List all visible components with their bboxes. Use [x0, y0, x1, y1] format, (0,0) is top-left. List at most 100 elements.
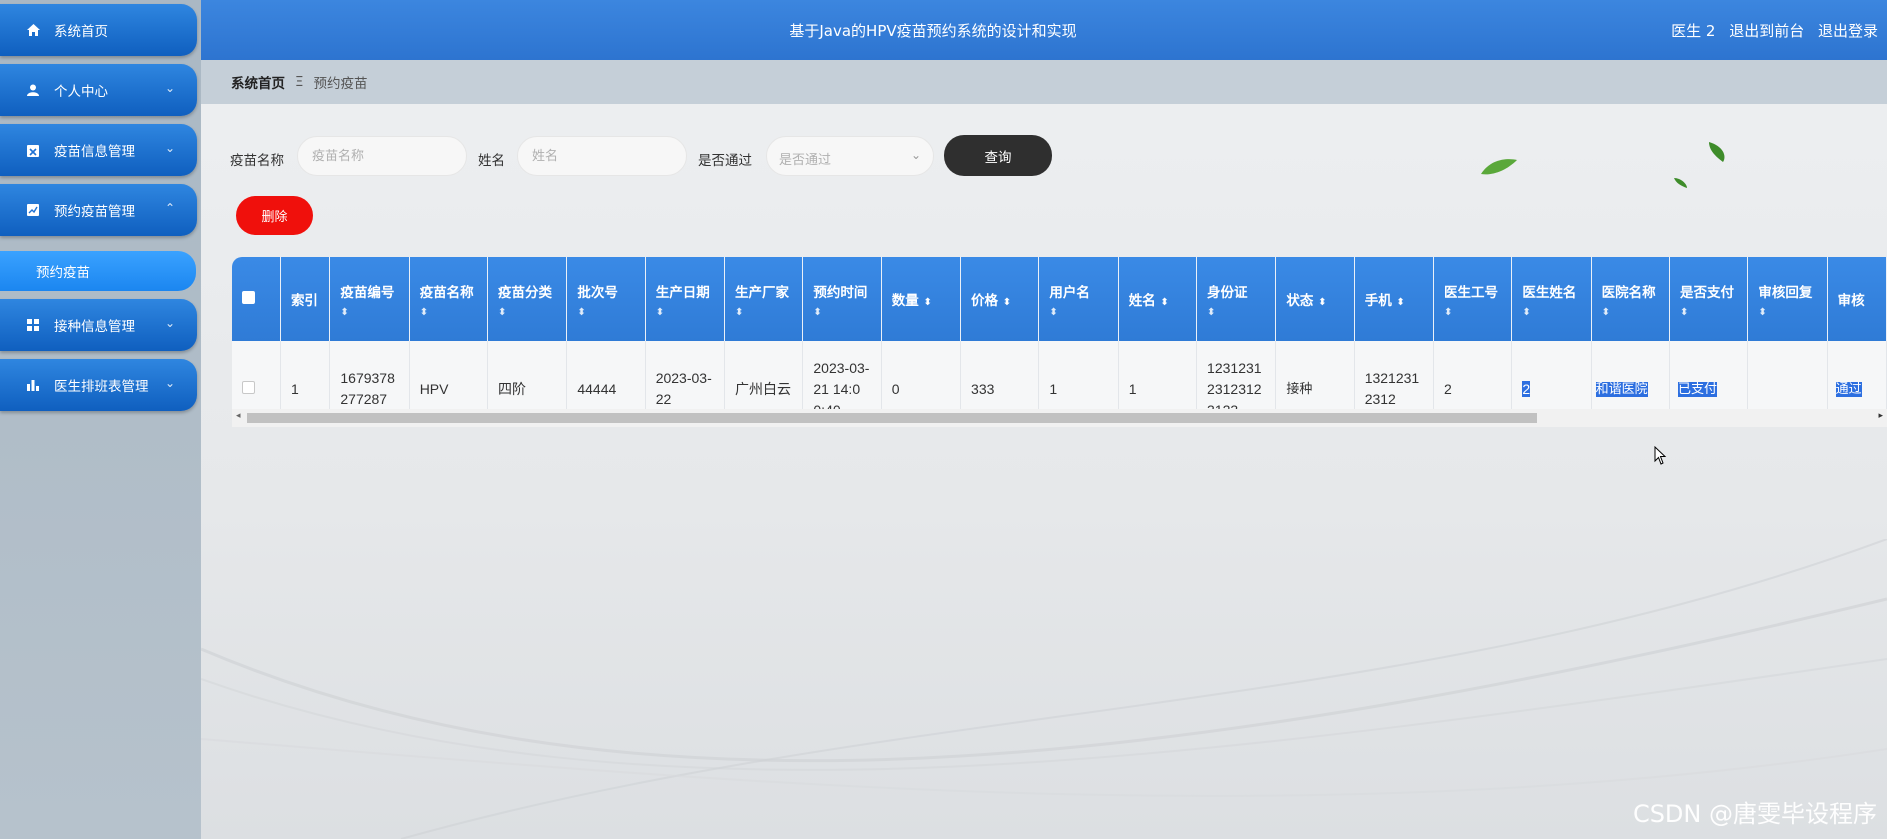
sort-icon[interactable]: ⬍ [656, 307, 714, 318]
sort-icon[interactable]: ⬍ [1602, 307, 1659, 318]
sidebar-item-schedule[interactable]: 医生排班表管理 ⌄ [0, 359, 197, 411]
chevron-up-icon: ⌃ [164, 201, 175, 215]
sort-icon[interactable]: ⬍ [1049, 307, 1107, 318]
query-button[interactable]: 查询 [944, 135, 1052, 176]
column-header-label: 医院名称 [1601, 284, 1656, 301]
leaf-decoration [1481, 159, 1517, 175]
pass-select[interactable]: 是否通过 ⌄ [766, 136, 934, 176]
sort-icon[interactable]: ⬍ [735, 307, 792, 318]
sort-icon[interactable]: ⬍ [1207, 307, 1265, 318]
sort-icon[interactable]: ⬍ [1396, 297, 1404, 308]
column-header[interactable]: 预约时间 ⬍ [802, 257, 882, 341]
column-header-label: 疫苗分类 [498, 284, 553, 301]
leaf-decoration [1709, 142, 1725, 162]
table-row[interactable]: 1 1679378277287 HPV 四阶 44444 2023-03-22 … [232, 341, 1887, 409]
name-label: 姓名 [478, 153, 505, 169]
row-checkbox[interactable] [242, 380, 255, 394]
row-select-cell[interactable] [232, 341, 281, 409]
column-header[interactable]: 医生姓名 ⬍ [1511, 257, 1592, 341]
sort-icon[interactable]: ⬍ [813, 307, 870, 318]
column-header-label: 用户名 [1049, 284, 1090, 301]
table-cell: 已支付 [1669, 341, 1749, 409]
column-header-label: 疫苗名称 [419, 284, 474, 301]
column-header-label: 医生工号 [1444, 284, 1499, 301]
table-cell: 通过 [1827, 341, 1887, 409]
sidebar-item-vaccine-info[interactable]: 疫苗信息管理 ⌄ [0, 124, 197, 176]
select-all-header[interactable] [232, 257, 281, 341]
column-header-label: 索引 [290, 293, 318, 309]
header-user-area: 医生 2 退出到前台 退出登录 [1671, 20, 1887, 41]
select-all-checkbox[interactable] [242, 290, 255, 304]
sidebar-subitem-appointment[interactable]: 预约疫苗 [0, 251, 196, 291]
sort-icon[interactable]: ⬍ [923, 297, 931, 308]
sidebar-subitem-label: 预约疫苗 [36, 265, 90, 281]
column-header: 审核回复 ⬍ [1747, 257, 1828, 341]
column-header-label: 医生姓名 [1522, 284, 1577, 301]
column-header-label: 是否支付 [1680, 284, 1735, 301]
sort-icon[interactable]: ⬍ [1758, 307, 1816, 318]
sort-icon[interactable]: ⬍ [420, 307, 477, 318]
back-to-front-link[interactable]: 退出到前台 [1729, 22, 1804, 40]
sidebar-item-home[interactable]: 系统首页 [0, 4, 197, 56]
sidebar: 系统首页 个人中心 ⌄ 疫苗信息管理 ⌄ 预约疫苗管理 ⌃ 预约疫苗 接种信息管… [0, 0, 201, 839]
breadcrumb: 系统首页 Ξ 预约疫苗 [201, 60, 1887, 104]
sort-icon[interactable]: ⬍ [1160, 297, 1168, 308]
sort-icon[interactable]: ⬍ [498, 307, 556, 318]
sort-icon[interactable]: ⬍ [1680, 307, 1737, 318]
column-header-label: 生产厂家 [735, 284, 790, 301]
column-header[interactable]: 数量 ⬍ [881, 257, 962, 341]
breadcrumb-home[interactable]: 系统首页 [231, 72, 285, 92]
selected-text: 和谐医院 [1595, 382, 1648, 398]
name-input[interactable] [517, 136, 687, 176]
scroll-right-icon[interactable]: ▸ [1878, 411, 1883, 421]
column-header-label: 姓名 [1128, 293, 1156, 309]
sidebar-item-appointment-mgmt[interactable]: 预约疫苗管理 ⌃ [0, 184, 197, 236]
sidebar-item-vaccination-info[interactable]: 接种信息管理 ⌄ [0, 299, 197, 351]
column-header[interactable]: 状态 ⬍ [1275, 257, 1355, 341]
column-header[interactable]: 姓名 ⬍ [1118, 257, 1198, 341]
vaccine-name-input[interactable] [297, 136, 467, 176]
column-header[interactable]: 生产日期 ⬍ [645, 257, 726, 341]
scroll-left-icon[interactable]: ◂ [236, 411, 241, 421]
column-header[interactable]: 生产厂家 ⬍ [724, 257, 804, 341]
scrollbar-thumb[interactable] [247, 413, 1537, 423]
breadcrumb-current: 预约疫苗 [313, 76, 368, 92]
sidebar-item-label: 系统首页 [54, 24, 108, 40]
column-header[interactable]: 价格 ⬍ [960, 257, 1040, 341]
sort-icon[interactable]: ⬍ [340, 307, 398, 318]
clipboard-icon [26, 143, 40, 157]
column-header-label: 审核回复 [1758, 284, 1813, 301]
column-header[interactable]: 疫苗编号 ⬍ [329, 257, 410, 341]
chevron-down-icon: ⌄ [910, 148, 921, 162]
column-header[interactable]: 是否支付 ⬍ [1669, 257, 1749, 341]
chevron-down-icon: ⌄ [164, 316, 175, 330]
column-header[interactable]: 用户名 ⬍ [1038, 257, 1119, 341]
pass-label: 是否通过 [698, 153, 752, 169]
delete-button[interactable]: 删除 [236, 196, 313, 235]
sort-icon[interactable]: ⬍ [1444, 307, 1501, 318]
column-header[interactable]: 医院名称 ⬍ [1591, 257, 1671, 341]
column-header: 审核 [1827, 257, 1887, 341]
column-header[interactable]: 疫苗分类 ⬍ [487, 257, 568, 341]
table-header-row: 索引 疫苗编号 ⬍ 疫苗名称 ⬍ 疫苗分类 ⬍ 批次号 ⬍ 生产日期 ⬍ 生产厂家 ⬍ 预约… [232, 257, 1887, 341]
column-header[interactable]: 批次号 ⬍ [566, 257, 646, 341]
pass-select-placeholder: 是否通过 [779, 153, 832, 168]
column-header[interactable]: 医生工号 ⬍ [1433, 257, 1513, 341]
column-header[interactable]: 手机 ⬍ [1354, 257, 1435, 341]
sort-icon[interactable]: ⬍ [577, 307, 634, 318]
column-header[interactable]: 疫苗名称 ⬍ [409, 257, 489, 341]
bar-chart-icon [26, 378, 40, 392]
sort-icon[interactable]: ⬍ [1003, 297, 1011, 308]
table-cell: 0 [881, 341, 962, 409]
sort-icon[interactable]: ⬍ [1522, 307, 1580, 318]
sidebar-item-profile[interactable]: 个人中心 ⌄ [0, 64, 197, 116]
column-header[interactable]: 身份证 ⬍ [1196, 257, 1277, 341]
table-cell: HPV [409, 341, 489, 409]
chevron-down-icon: ⌄ [164, 376, 175, 390]
logout-link[interactable]: 退出登录 [1818, 22, 1878, 40]
watermark: CSDN @唐雯毕设程序 [1632, 800, 1877, 828]
table-cell [1747, 341, 1828, 409]
horizontal-scrollbar[interactable]: ◂ ▸ [232, 409, 1887, 427]
sort-icon[interactable]: ⬍ [1318, 297, 1326, 308]
breadcrumb-separator: Ξ [295, 74, 304, 90]
